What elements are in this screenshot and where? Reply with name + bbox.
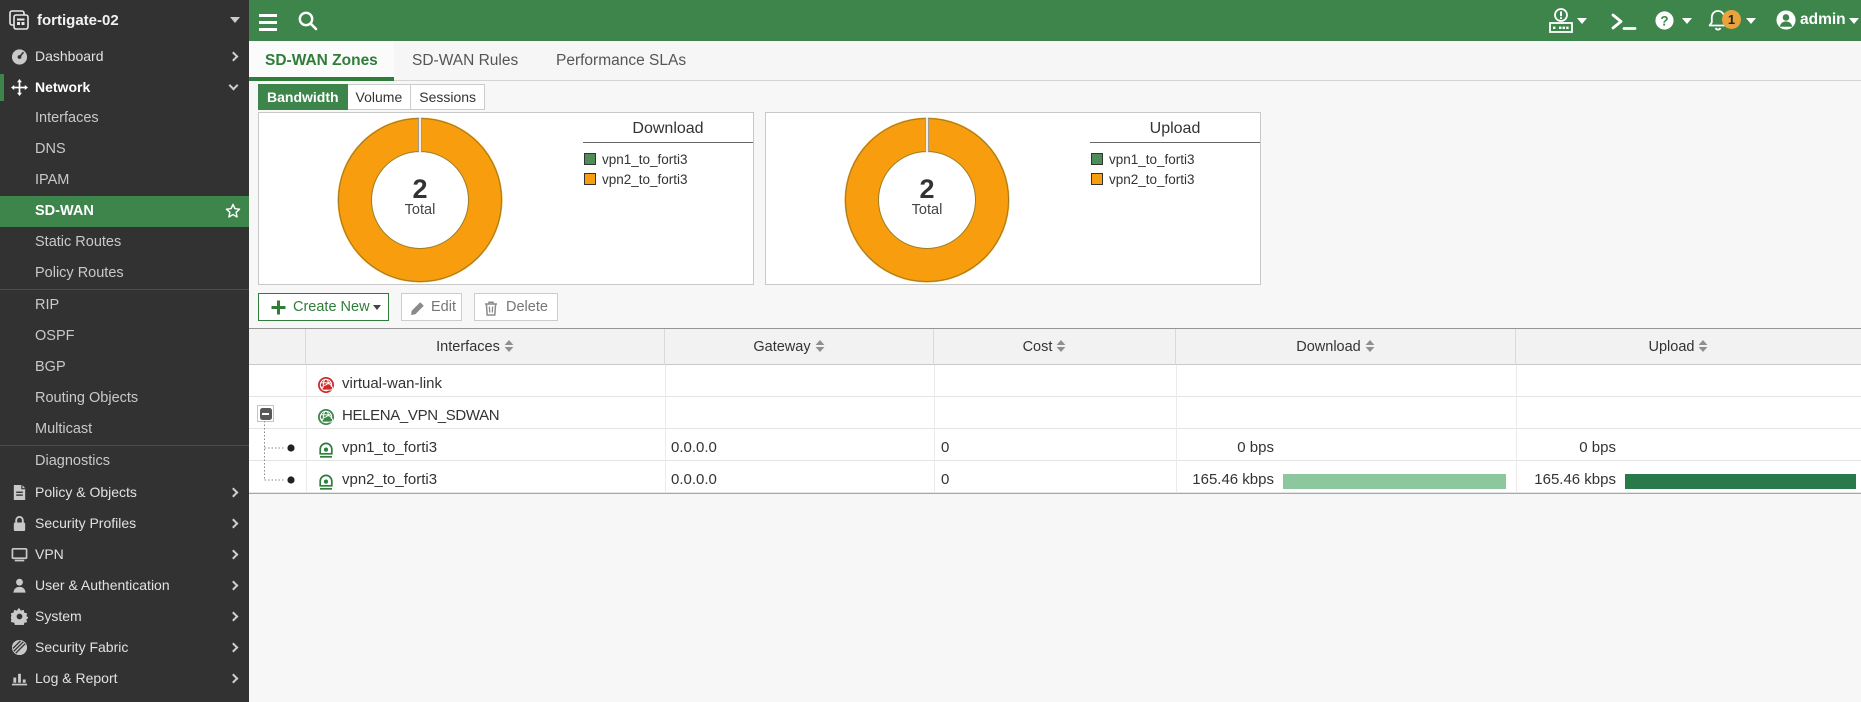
svg-text:Total: Total <box>912 202 943 218</box>
svg-text:2: 2 <box>919 174 934 204</box>
svg-text:Total: Total <box>405 202 436 218</box>
svg-text:?: ? <box>1660 13 1668 28</box>
svg-text:2: 2 <box>412 174 427 204</box>
